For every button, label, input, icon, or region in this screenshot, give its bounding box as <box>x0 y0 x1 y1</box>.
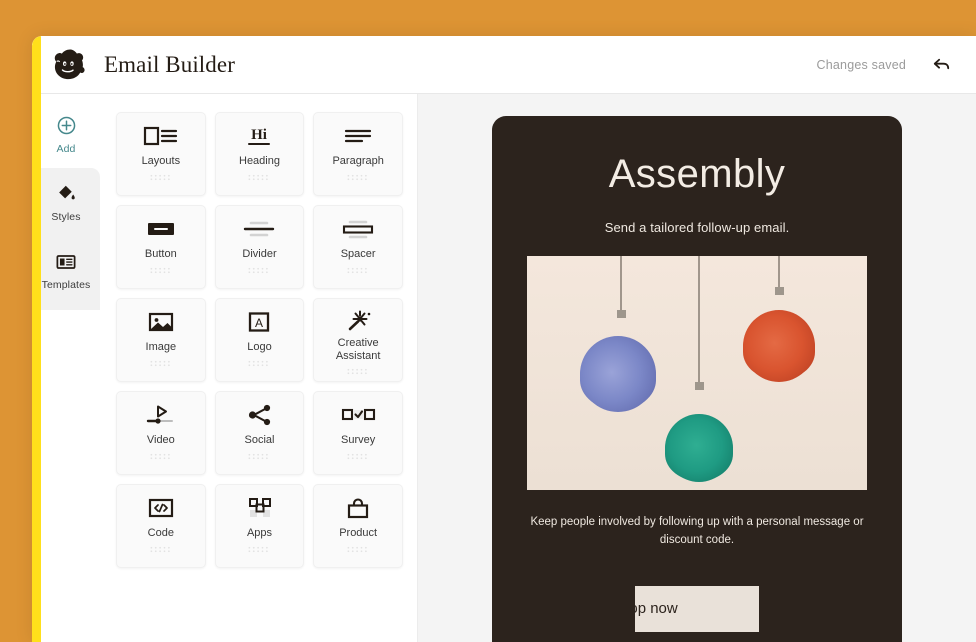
logo-letter-a-icon: A <box>239 308 279 336</box>
block-tile-heading[interactable]: Hi Heading <box>214 112 305 196</box>
sidebar-nav: Add Styles Templates <box>32 94 100 642</box>
paint-bucket-icon <box>56 182 77 206</box>
drag-dots-icon[interactable] <box>345 261 371 279</box>
svg-text:Hi: Hi <box>252 127 268 143</box>
block-tile-divider[interactable]: Divider <box>214 205 305 289</box>
video-play-slider-icon <box>141 401 181 429</box>
apps-squares-icon <box>239 494 279 522</box>
svg-text:A: A <box>255 316 263 330</box>
sidebar-inactive-group: Styles Templates <box>32 168 100 310</box>
template-grid-icon <box>55 250 77 274</box>
block-tile-label: Code <box>147 527 174 539</box>
drag-dots-icon[interactable] <box>246 447 272 465</box>
spacer-bar-icon <box>338 215 378 243</box>
email-subtitle-block[interactable]: Send a tailored follow-up email. <box>605 220 790 235</box>
header-actions: Changes saved <box>817 52 954 78</box>
drag-dots-icon[interactable] <box>246 261 272 279</box>
heading-hi-icon: Hi <box>239 122 279 150</box>
block-tile-spacer[interactable]: Spacer <box>313 205 403 289</box>
layout-columns-icon <box>141 122 181 150</box>
block-tile-label: Apps <box>246 527 273 539</box>
block-tile-image[interactable]: Image <box>116 298 206 382</box>
block-tile-label: Layouts <box>141 155 181 167</box>
drag-dots-icon[interactable] <box>246 540 272 558</box>
email-heading-block[interactable]: Assembly <box>609 154 786 194</box>
drag-dots-icon[interactable] <box>345 447 371 465</box>
block-tile-video[interactable]: Video <box>116 391 206 475</box>
save-status-text: Changes saved <box>816 57 906 72</box>
email-builder-window: Email Builder Changes saved Add Styles T… <box>32 36 976 642</box>
product-bag-icon <box>338 494 378 522</box>
block-tile-label: Video <box>146 434 175 446</box>
block-tile-code[interactable]: Code <box>116 484 206 568</box>
drag-dots-icon[interactable] <box>148 261 174 279</box>
block-tile-social[interactable]: Social <box>214 391 305 475</box>
divider-rule-icon <box>239 215 279 243</box>
block-tile-label: Survey <box>341 434 376 446</box>
button-pill-icon <box>141 215 181 243</box>
sidebar-item-templates[interactable]: Templates <box>32 236 100 304</box>
drag-dots-icon[interactable] <box>148 168 174 186</box>
app-header: Email Builder Changes saved <box>32 36 976 94</box>
block-tile-apps[interactable]: Apps <box>214 484 305 568</box>
builder-body: Add Styles Templates Layouts Hi Heading … <box>32 94 976 642</box>
paragraph-lines-icon <box>338 122 378 150</box>
drag-dots-icon[interactable] <box>148 354 174 372</box>
mailchimp-freddie-icon <box>50 45 90 85</box>
block-palette: Layouts Hi Heading Paragraph Button Divi… <box>100 94 418 642</box>
drag-dots-icon[interactable] <box>345 168 371 186</box>
block-tile-label: Paragraph <box>332 155 384 167</box>
image-picture-icon <box>141 308 181 336</box>
block-tile-creative-assistant[interactable]: Creative Assistant <box>313 298 403 382</box>
block-tile-label: Product <box>339 527 378 539</box>
block-tile-layouts[interactable]: Layouts <box>116 112 206 196</box>
drag-dots-icon[interactable] <box>148 447 174 465</box>
sidebar-item-styles[interactable]: Styles <box>32 168 100 236</box>
block-tile-paragraph[interactable]: Paragraph <box>313 112 403 196</box>
drag-dots-icon[interactable] <box>246 168 272 186</box>
block-tile-product[interactable]: Product <box>313 484 403 568</box>
sidebar-item-label: Add <box>56 142 76 155</box>
block-tile-logo[interactable]: A Logo <box>214 298 305 382</box>
sidebar-item-add[interactable]: Add <box>32 100 100 168</box>
magic-wand-sparkle-icon <box>338 308 378 332</box>
email-cta-button[interactable]: Shop now <box>635 585 759 632</box>
block-tile-label: Divider <box>242 248 277 260</box>
email-preview-card[interactable]: Assembly Send a tailored follow-up email… <box>492 116 902 642</box>
block-palette-grid: Layouts Hi Heading Paragraph Button Divi… <box>116 112 403 568</box>
sidebar-item-label: Templates <box>41 278 91 291</box>
drag-dots-icon[interactable] <box>345 540 371 558</box>
block-tile-label: Social <box>244 434 275 446</box>
survey-checkbox-icon <box>338 401 378 429</box>
block-tile-label: Spacer <box>340 248 376 260</box>
drag-dots-icon[interactable] <box>345 362 371 380</box>
brand-accent-rail <box>32 36 41 642</box>
social-share-nodes-icon <box>239 401 279 429</box>
block-tile-button[interactable]: Button <box>116 205 206 289</box>
email-body-paragraph[interactable]: Keep people involved by following up wit… <box>526 514 868 550</box>
email-cta-label: Shop now <box>635 600 678 618</box>
block-tile-label: Image <box>145 341 177 353</box>
drag-dots-icon[interactable] <box>246 354 272 372</box>
email-canvas: Assembly Send a tailored follow-up email… <box>418 94 976 642</box>
block-tile-label: Logo <box>247 341 272 353</box>
page-title: Email Builder <box>104 51 235 77</box>
drag-dots-icon[interactable] <box>148 540 174 558</box>
email-hero-image[interactable] <box>527 256 867 490</box>
block-tile-label: Button <box>144 248 177 260</box>
block-tile-label: Creative Assistant <box>335 337 381 362</box>
code-brackets-icon <box>141 494 181 522</box>
undo-arrow-icon[interactable] <box>928 52 954 78</box>
plus-circle-icon <box>56 114 77 138</box>
block-tile-survey[interactable]: Survey <box>313 391 403 475</box>
block-tile-label: Heading <box>239 155 280 167</box>
sidebar-item-label: Styles <box>51 210 81 223</box>
